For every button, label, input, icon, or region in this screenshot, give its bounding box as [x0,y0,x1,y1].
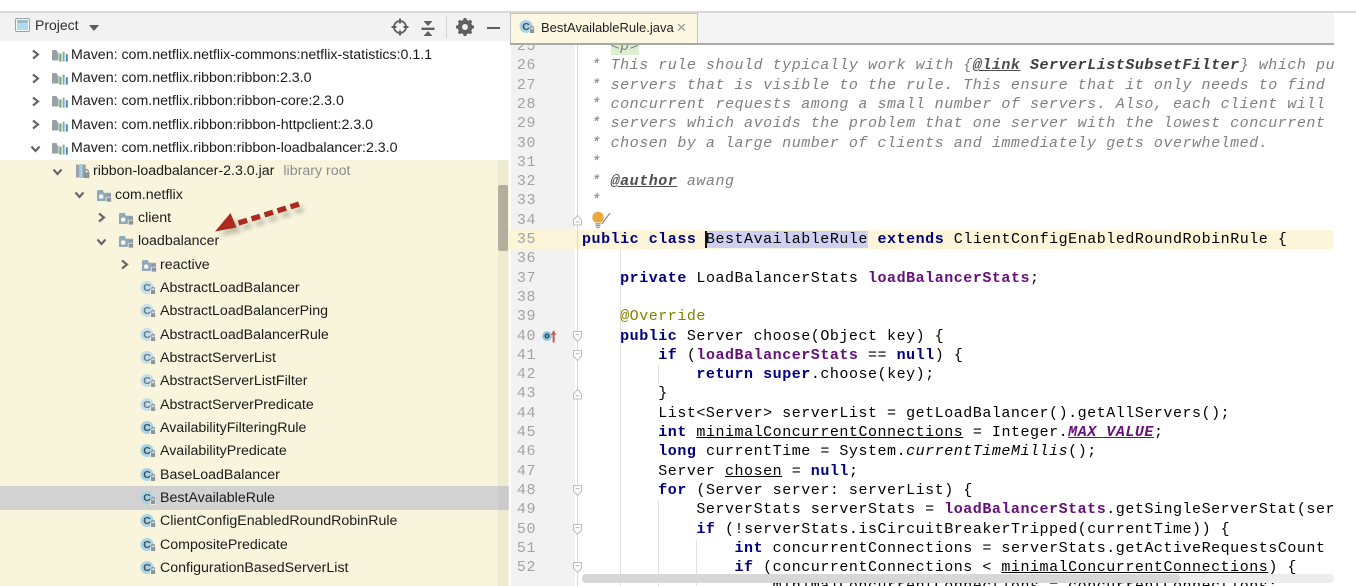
svg-text:C: C [143,515,151,527]
svg-text:C: C [143,375,151,387]
svg-text:C: C [143,352,151,364]
svg-text:C: C [143,469,151,481]
svg-text:C: C [143,282,151,294]
svg-text:C: C [143,305,151,317]
svg-text:C: C [143,539,151,551]
svg-text:C: C [143,399,151,411]
svg-text:C: C [143,445,151,457]
svg-text:C: C [143,422,151,434]
svg-text:C: C [143,492,151,504]
svg-text:C: C [143,329,151,341]
svg-text:C: C [522,21,530,33]
svg-text:C: C [143,562,151,574]
